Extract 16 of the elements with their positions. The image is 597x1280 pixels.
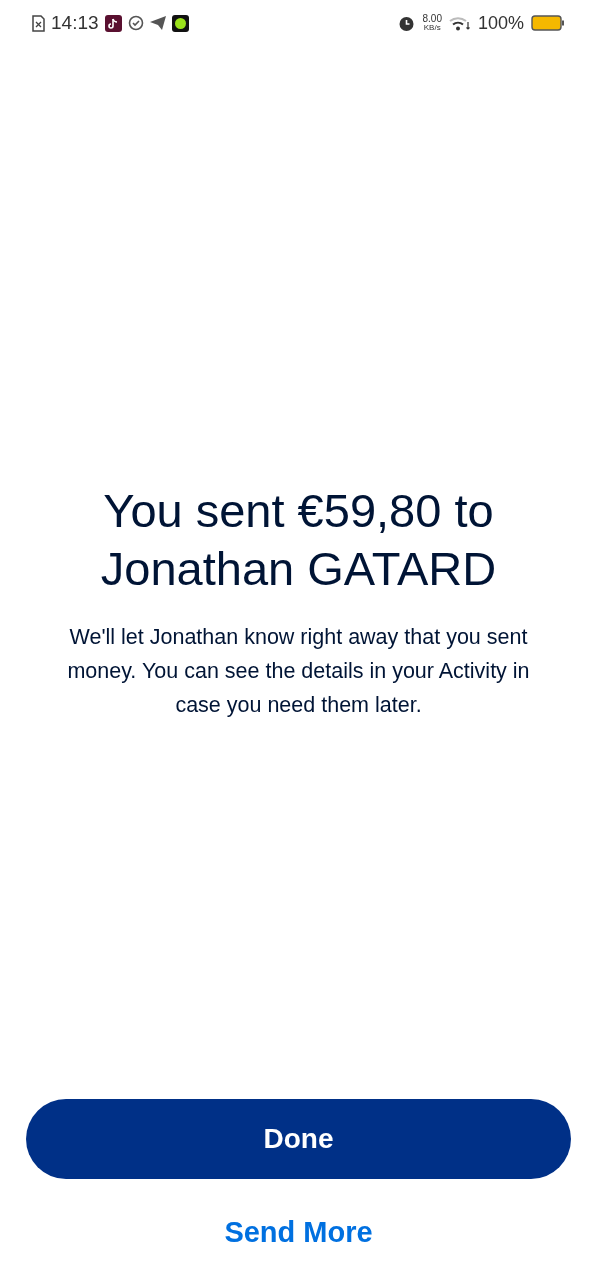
network-speed-unit: KB/s [423, 23, 441, 32]
clock-time: 14:13 [51, 10, 99, 35]
gauge-icon [127, 15, 144, 31]
music-app-icon [104, 14, 122, 32]
app-dot-icon [171, 14, 189, 32]
alarm-clock-icon [398, 14, 416, 32]
done-button[interactable]: Done [26, 1098, 571, 1179]
sim-card-icon [32, 14, 45, 32]
confirmation-message: We'll let Jonathan know right away that you sent money. You can see the details in your Activity in case you need them later. [66, 624, 531, 719]
paper-plane-icon [149, 16, 166, 30]
confirmation-title: You sent €59,80 to Jonathan GATARD [99, 483, 498, 597]
battery-icon [531, 14, 565, 32]
send-more-link[interactable]: Send More [224, 1210, 373, 1254]
network-speed: 8.00 [422, 14, 442, 23]
battery-percentage: 100% [477, 11, 524, 35]
wifi-icon [448, 15, 471, 31]
